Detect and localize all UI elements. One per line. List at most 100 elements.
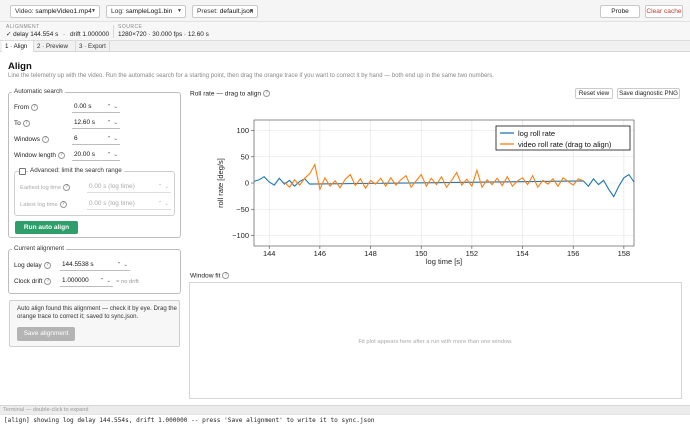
spin-arrows-icon[interactable]: ⌃⌄ [107, 150, 120, 160]
windows-value: 6 [74, 135, 78, 142]
status-divider [113, 25, 114, 38]
advanced-search-group: Advanced: limit the search range Earlies… [14, 167, 175, 216]
tab-bar: 1 · Align 2 · Preview 3 · Export [0, 41, 690, 52]
save-diagnostic-png-button[interactable]: Save diagnostic PNG [617, 88, 680, 99]
window-fit-title: Window fit? [190, 272, 230, 279]
auto-align-info-panel: Auto align found this alignment — check … [9, 300, 180, 347]
log-delay-spinbox[interactable]: 144.5538 s ⌃⌄ [60, 260, 130, 271]
check-icon: ✓ [6, 31, 12, 38]
advanced-label: Advanced: limit the search range [28, 167, 124, 174]
to-spinbox[interactable]: 12.60 s ⌃⌄ [72, 118, 120, 129]
to-label: To? [14, 120, 30, 127]
x-tick-label: 154 [516, 249, 529, 258]
terminal-header[interactable]: Terminal — double-click to expand [0, 405, 690, 414]
top-toolbar: Video: sampleVideo1.mp4 ▼ Log: sampleLog… [0, 0, 690, 22]
chevron-down-icon: ▼ [249, 8, 254, 14]
to-value: 12.60 s [74, 119, 95, 126]
plot-title: Roll rate — drag to align? [190, 90, 271, 97]
terminal-output: [align] showing log delay 144.554s, drif… [0, 414, 690, 443]
auto-align-info-text: Auto align found this alignment — check … [17, 305, 177, 320]
clear-cache-button[interactable]: Clear cache [645, 5, 683, 18]
spin-arrows-icon: ⌃⌄ [157, 184, 171, 190]
log-delay-value: 144.5538 s [62, 261, 94, 268]
help-icon[interactable]: ? [22, 120, 30, 127]
chevron-down-icon: ▼ [177, 8, 182, 14]
drift-note: = no drift [116, 279, 139, 285]
x-tick-label: 148 [364, 249, 377, 258]
help-icon[interactable]: ? [44, 278, 52, 285]
tab-preview[interactable]: 2 · Preview [34, 41, 76, 52]
help-icon[interactable]: ? [43, 262, 51, 269]
window-length-label: Window length? [14, 152, 65, 159]
help-icon[interactable]: ? [263, 90, 271, 97]
help-icon[interactable]: ? [41, 136, 49, 143]
page-description: Line the telemetry up with the video. Ru… [8, 73, 494, 79]
alignment-status: ALIGNMENT ✓ delay 144.554 s · drift 1.00… [6, 24, 109, 39]
save-alignment-button[interactable]: Save alignment [17, 327, 75, 341]
align-page: Align Line the telemetry up with the vid… [0, 52, 690, 405]
help-icon[interactable]: ? [57, 152, 65, 159]
current-alignment-group: Current alignment Log delay? 144.5538 s ⌃… [8, 245, 181, 294]
source-value: 1280×720 · 30.000 fps · 12.60 s [118, 31, 209, 38]
from-label: From? [14, 104, 38, 111]
chevron-down-icon: ▼ [91, 8, 96, 14]
source-status: SOURCE 1280×720 · 30.000 fps · 12.60 s [118, 24, 209, 39]
from-spinbox[interactable]: 0.00 s ⌃⌄ [72, 102, 120, 113]
y-axis-label: roll rate [deg/s] [216, 158, 225, 208]
alignment-separator: · [63, 31, 66, 38]
preset-select[interactable]: Preset: default.json ▼ [192, 5, 258, 18]
x-axis-label: log time [s] [426, 257, 462, 266]
spin-arrows-icon[interactable]: ⌃⌄ [100, 276, 113, 286]
y-tick-label: −50 [236, 205, 249, 214]
x-tick-label: 144 [263, 249, 276, 258]
earliest-log-time-label: Earliest log time? [20, 184, 71, 191]
spin-arrows-icon[interactable]: ⌃⌄ [107, 134, 120, 144]
tab-export[interactable]: 3 · Export [76, 41, 110, 52]
legend-entry: log roll rate [518, 129, 555, 138]
legend-entry: video roll rate (drag to align) [518, 140, 612, 149]
latest-log-time-label: Latest log time? [20, 201, 67, 208]
roll-rate-chart[interactable]: 144 146 148 150 152 154 156 158100500−50−100log… [190, 104, 660, 270]
probe-button[interactable]: Probe [600, 5, 640, 18]
video-select-label: Video: [15, 8, 34, 15]
spin-arrows-icon[interactable]: ⌃⌄ [117, 260, 130, 270]
help-icon[interactable]: ? [30, 104, 38, 111]
log-select-label: Log: [111, 8, 124, 15]
log-select[interactable]: Log: sampleLog1.bin ▼ [106, 5, 186, 18]
clock-drift-label: Clock drift? [14, 278, 52, 285]
x-tick-label: 146 [314, 249, 327, 258]
clock-drift-value: 1.000000 [62, 277, 89, 284]
windows-spinbox[interactable]: 6 ⌃⌄ [72, 134, 120, 145]
log-select-value: sampleLog1.bin [125, 8, 173, 15]
page-title: Align [8, 61, 32, 72]
automatic-search-group: Automatic search From? 0.00 s ⌃⌄ To? 12.6… [8, 88, 181, 238]
tab-align[interactable]: 1 · Align [2, 41, 34, 52]
run-auto-align-button[interactable]: Run auto align [15, 221, 78, 234]
from-value: 0.00 s [74, 103, 92, 110]
x-tick-label: 156 [567, 249, 580, 258]
x-tick-label: 158 [618, 249, 631, 258]
reset-view-button[interactable]: Reset view [575, 88, 613, 99]
window-length-value: 20.00 s [74, 151, 95, 158]
log-delay-label: Log delay? [14, 262, 51, 269]
earliest-log-time-spinbox[interactable]: 0.00 s (log time) ⌃⌄ [87, 182, 171, 193]
spin-arrows-icon: ⌃⌄ [157, 201, 171, 207]
spin-arrows-icon[interactable]: ⌃⌄ [107, 118, 120, 128]
y-tick-label: −100 [232, 231, 249, 240]
video-select[interactable]: Video: sampleVideo1.mp4 ▼ [10, 5, 100, 18]
y-tick-label: 50 [241, 152, 249, 161]
latest-log-time-spinbox[interactable]: 0.00 s (log time) ⌃⌄ [87, 199, 171, 210]
earliest-log-time-value: 0.00 s (log time) [89, 183, 135, 190]
window-fit-panel: Fit plot appears here after a run with m… [189, 282, 682, 399]
help-icon: ? [59, 201, 67, 208]
clock-drift-spinbox[interactable]: 1.000000 ⌃⌄ [60, 276, 113, 287]
y-tick-label: 0 [245, 179, 249, 188]
y-tick-label: 100 [236, 126, 249, 135]
window-fit-placeholder: Fit plot appears here after a run with m… [358, 339, 513, 345]
windows-label: Windows? [14, 136, 49, 143]
advanced-checkbox[interactable] [19, 168, 26, 175]
window-length-spinbox[interactable]: 20.00 s ⌃⌄ [72, 150, 120, 161]
spin-arrows-icon[interactable]: ⌃⌄ [107, 102, 120, 112]
x-tick-label: 152 [466, 249, 479, 258]
help-icon[interactable]: ? [222, 272, 230, 279]
